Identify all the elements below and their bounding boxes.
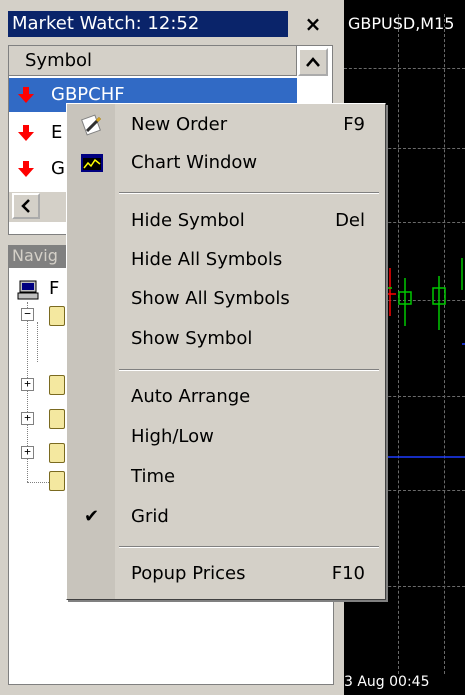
folder-icon (49, 306, 65, 326)
tree-line (37, 322, 38, 362)
menu-item-show-all-symbols[interactable]: Show All Symbols (67, 282, 385, 316)
menu-item-shortcut: F9 (343, 114, 365, 135)
expand-toggle[interactable]: + (21, 378, 34, 391)
menu-item-label: New Order (131, 114, 228, 135)
context-menu: New Order F9 Chart Window Hide Symbol De… (66, 103, 386, 600)
menu-item-label: Popup Prices (131, 563, 246, 584)
close-icon[interactable]: × (296, 11, 330, 37)
symbol-name: G (51, 158, 65, 179)
folder-icon (49, 443, 65, 463)
menu-item-show-symbol[interactable]: Show Symbol (67, 322, 385, 356)
menu-item-shortcut: Del (335, 210, 365, 231)
column-header-symbol[interactable]: Symbol (9, 46, 297, 76)
arrow-down-red-icon (18, 87, 34, 103)
folder-icon (49, 471, 65, 491)
arrow-down-red-icon (18, 125, 34, 141)
tree-line (27, 482, 51, 483)
chevron-up-icon (306, 57, 320, 67)
menu-item-high-low[interactable]: High/Low (67, 420, 385, 454)
scroll-left-button[interactable] (12, 193, 40, 219)
chart-date-label: 3 Aug 00:45 (344, 674, 430, 690)
folder-icon (49, 375, 65, 395)
collapse-toggle[interactable]: − (21, 308, 34, 321)
menu-item-auto-arrange[interactable]: Auto Arrange (67, 380, 385, 414)
menu-item-label: Hide Symbol (131, 210, 245, 231)
menu-item-label: Time (131, 466, 176, 487)
expand-toggle[interactable]: + (21, 446, 34, 459)
menu-item-label: Hide All Symbols (131, 249, 283, 270)
menu-item-hide-all-symbols[interactable]: Hide All Symbols (67, 243, 385, 277)
chart-window-icon (81, 154, 103, 172)
menu-item-hide-symbol[interactable]: Hide Symbol Del (67, 204, 385, 238)
folder-icon (49, 409, 65, 429)
menu-item-label: Auto Arrange (131, 386, 251, 407)
computer-icon (17, 280, 39, 300)
menu-separator (119, 546, 379, 548)
arrow-down-red-icon (18, 161, 34, 177)
chevron-left-icon (21, 199, 30, 213)
menu-item-shortcut: F10 (331, 563, 365, 584)
menu-item-new-order[interactable]: New Order F9 (67, 108, 385, 142)
navigator-root-label: F (49, 278, 60, 299)
menu-item-time[interactable]: Time (67, 460, 385, 494)
menu-separator (119, 369, 379, 371)
check-icon: ✔ (84, 506, 100, 527)
menu-item-label: Show Symbol (131, 328, 253, 349)
menu-item-grid[interactable]: ✔ Grid (67, 500, 385, 534)
menu-separator (119, 192, 379, 194)
menu-item-label: High/Low (131, 426, 214, 447)
new-order-icon (81, 114, 102, 136)
scroll-up-button[interactable] (298, 48, 328, 76)
menu-item-popup-prices[interactable]: Popup Prices F10 (67, 557, 385, 591)
menu-item-chart-window[interactable]: Chart Window (67, 146, 385, 180)
symbol-name: E (51, 122, 63, 143)
menu-item-label: Grid (131, 506, 169, 527)
menu-item-label: Show All Symbols (131, 288, 290, 309)
expand-toggle[interactable]: + (21, 412, 34, 425)
market-watch-title: Market Watch: 12:52 (8, 11, 288, 37)
menu-item-label: Chart Window (131, 152, 258, 173)
